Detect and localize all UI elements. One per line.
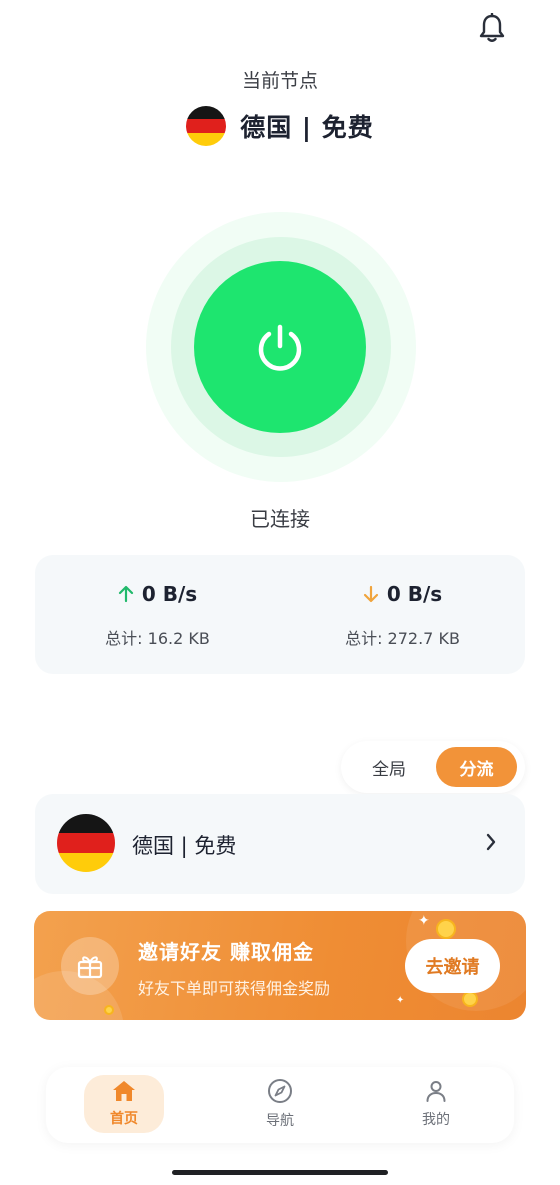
tab-home-label: 首页 [110,1111,138,1127]
upload-arrow-icon [118,585,133,603]
upload-speed: 0 B/s [141,582,198,606]
mode-global-option[interactable]: 全局 [349,747,429,787]
node-selector-name: 德国 | 免费 [132,834,237,858]
invite-subtitle: 好友下单即可获得佣金奖励 [138,979,331,998]
home-indicator [172,1170,388,1175]
coin-decor-icon [436,919,456,939]
connection-status: 已连接 [250,507,310,531]
tab-navigation[interactable]: 导航 [240,1075,320,1133]
invite-button[interactable]: 去邀请 [405,939,500,993]
mode-split-option[interactable]: 分流 [436,747,517,787]
node-selector-card[interactable]: 德国 | 免费 [35,794,525,894]
download-stats: 0 B/s 总计: 272.7 KB [280,555,525,674]
upload-stats: 0 B/s 总计: 16.2 KB [35,555,280,674]
upload-total: 总计: 16.2 KB [105,629,210,648]
current-node: 德国 | 免费 [0,106,560,146]
coin-decor-icon [104,1005,114,1015]
bottom-tab-bar: 首页 导航 我的 [46,1067,514,1143]
power-icon [258,324,302,371]
invite-title: 邀请好友 赚取佣金 [138,940,314,964]
chevron-right-icon [486,833,496,851]
bell-icon [479,13,505,42]
coin-decor-icon [462,991,478,1007]
tab-profile-label: 我的 [422,1112,450,1128]
notification-bell-button[interactable] [474,10,510,46]
compass-icon [268,1079,292,1103]
tab-navigation-label: 导航 [266,1113,294,1129]
current-node-caption: 当前节点 [241,70,318,92]
invite-banner[interactable]: 邀请好友 赚取佣金 好友下单即可获得佣金奖励 ✦ ✦ 去邀请 [34,911,526,1020]
routing-mode-toggle: 全局 分流 [341,741,525,793]
home-icon [113,1081,135,1101]
germany-flag-icon [57,814,115,872]
gift-icon [61,937,119,995]
current-node-title: 德国 | 免费 [240,113,374,142]
germany-flag-icon [186,106,227,146]
sparkle-decor-icon: ✦ [418,913,430,929]
traffic-stats-card: 0 B/s 总计: 16.2 KB 0 B/s 总计: 272.7 KB [35,555,525,674]
tab-home[interactable]: 首页 [84,1075,164,1133]
user-icon [426,1081,446,1102]
sparkle-decor-icon: ✦ [396,995,405,1006]
download-speed: 0 B/s [386,582,443,606]
connect-power-button[interactable] [194,261,366,433]
download-arrow-icon [363,585,378,603]
tab-profile[interactable]: 我的 [396,1075,476,1133]
download-total: 总计: 272.7 KB [345,629,460,648]
